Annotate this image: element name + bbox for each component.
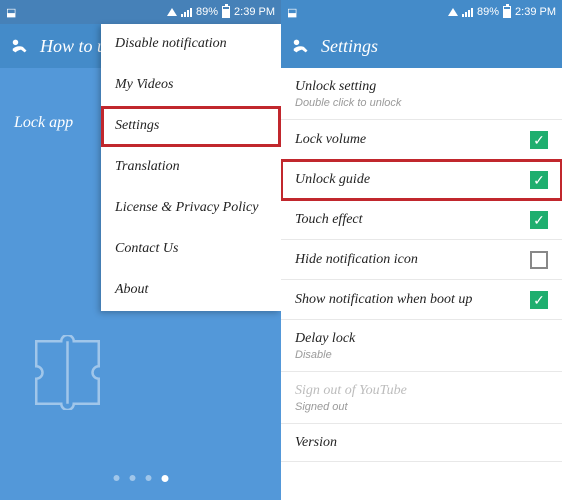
row-title: Lock volume bbox=[295, 132, 530, 148]
battery-pct: 89% bbox=[196, 6, 218, 18]
lock-app-label: Lock app bbox=[14, 114, 73, 132]
dropbox-icon: ⬓ bbox=[6, 6, 16, 19]
status-bar: ⬓ 89% 2:39 PM bbox=[0, 0, 281, 24]
settings-row-unlock-guide[interactable]: Unlock guide✓ bbox=[281, 160, 562, 200]
menu-item-contact-us[interactable]: Contact Us bbox=[101, 229, 281, 270]
screen-how-to-use: ⬓ 89% 2:39 PM How to use Lock app Disabl… bbox=[0, 0, 281, 500]
settings-row-delay-lock[interactable]: Delay lock Disable bbox=[281, 320, 562, 372]
signal-tri-icon bbox=[167, 8, 177, 16]
menu-item-about[interactable]: About bbox=[101, 270, 281, 311]
baby-crawl-icon bbox=[10, 37, 32, 55]
menu-item-settings[interactable]: Settings bbox=[101, 106, 281, 147]
row-title: Delay lock bbox=[295, 331, 548, 347]
battery-icon bbox=[222, 6, 230, 18]
checkbox[interactable]: ✓ bbox=[530, 291, 548, 309]
row-title: Hide notification icon bbox=[295, 252, 530, 268]
settings-row-lock-volume[interactable]: Lock volume✓ bbox=[281, 120, 562, 160]
app-bar: Settings bbox=[281, 24, 562, 68]
settings-row-version[interactable]: Version bbox=[281, 424, 562, 462]
row-title: Show notification when boot up bbox=[295, 292, 530, 308]
settings-row-touch-effect[interactable]: Touch effect✓ bbox=[281, 200, 562, 240]
dot[interactable] bbox=[129, 475, 135, 481]
settings-list: Unlock setting Double click to unlock Lock… bbox=[281, 68, 562, 500]
row-title: Version bbox=[295, 435, 548, 451]
page-title: Settings bbox=[321, 36, 378, 57]
row-subtitle: Double click to unlock bbox=[295, 97, 548, 109]
settings-row-unlock-setting[interactable]: Unlock setting Double click to unlock bbox=[281, 68, 562, 120]
puzzle-icon bbox=[30, 335, 105, 410]
row-title: Sign out of YouTube bbox=[295, 383, 548, 399]
settings-row-show-notification-when-boot-up[interactable]: Show notification when boot up✓ bbox=[281, 280, 562, 320]
signal-bars-icon bbox=[462, 7, 473, 17]
status-bar: ⬓ 89% 2:39 PM bbox=[281, 0, 562, 24]
menu-item-translation[interactable]: Translation bbox=[101, 147, 281, 188]
battery-pct: 89% bbox=[477, 6, 499, 18]
overflow-menu: Disable notificationMy VideosSettingsTra… bbox=[101, 24, 281, 311]
row-title: Touch effect bbox=[295, 212, 530, 228]
dot-active[interactable] bbox=[161, 475, 168, 482]
menu-item-license-privacy-policy[interactable]: License & Privacy Policy bbox=[101, 188, 281, 229]
signal-tri-icon bbox=[448, 8, 458, 16]
battery-icon bbox=[503, 6, 511, 18]
page-indicator bbox=[113, 475, 168, 482]
row-title: Unlock setting bbox=[295, 79, 548, 95]
checkbox[interactable] bbox=[530, 251, 548, 269]
row-subtitle: Signed out bbox=[295, 401, 548, 413]
checkbox[interactable]: ✓ bbox=[530, 171, 548, 189]
row-subtitle: Disable bbox=[295, 349, 548, 361]
row-title: Unlock guide bbox=[295, 172, 530, 188]
clock: 2:39 PM bbox=[515, 6, 556, 18]
dot[interactable] bbox=[145, 475, 151, 481]
screen-settings: ⬓ 89% 2:39 PM Settings Unlock setting Dou… bbox=[281, 0, 562, 500]
menu-item-my-videos[interactable]: My Videos bbox=[101, 65, 281, 106]
signal-bars-icon bbox=[181, 7, 192, 17]
clock: 2:39 PM bbox=[234, 6, 275, 18]
checkbox[interactable]: ✓ bbox=[530, 211, 548, 229]
menu-item-disable-notification[interactable]: Disable notification bbox=[101, 24, 281, 65]
dropbox-icon: ⬓ bbox=[287, 6, 297, 19]
baby-crawl-icon bbox=[291, 37, 313, 55]
checkbox[interactable]: ✓ bbox=[530, 131, 548, 149]
settings-row-sign-out-of-youtube[interactable]: Sign out of YouTube Signed out bbox=[281, 372, 562, 424]
settings-row-hide-notification-icon[interactable]: Hide notification icon bbox=[281, 240, 562, 280]
dot[interactable] bbox=[113, 475, 119, 481]
